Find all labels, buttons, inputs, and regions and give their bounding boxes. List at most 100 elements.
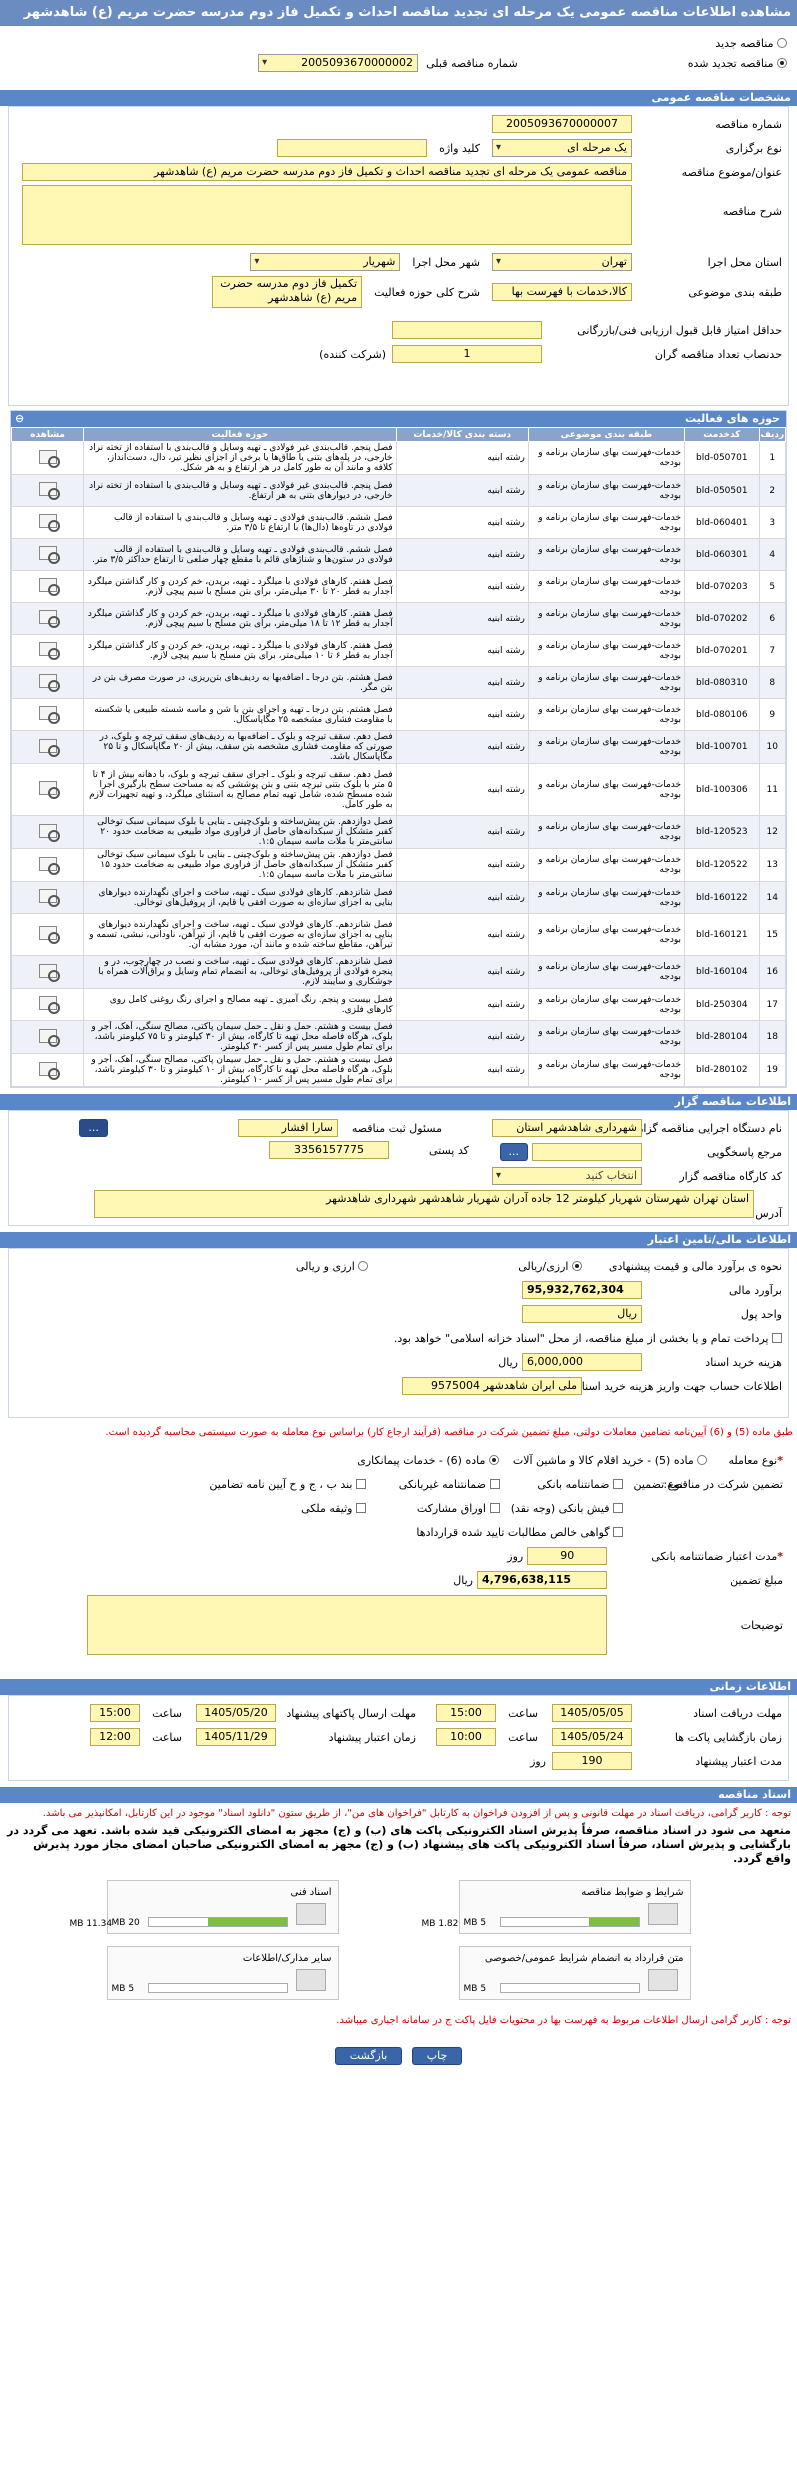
magnifier-icon[interactable] [38,514,60,532]
prev-no-select[interactable]: 2005093670000002 [258,54,419,72]
magnifier-icon[interactable] [38,578,60,596]
magnifier-icon[interactable] [38,610,60,628]
file-box[interactable]: اسناد فنی 20 MB 11.34 MB [70,1880,339,1934]
open-label: زمان بازگشایی پاکت ها [674,1730,782,1744]
opt-both-radio[interactable] [358,1261,369,1271]
file-box[interactable]: متن قرارداد به انضمام شرایط عمومی/خصوصی 5… [458,1946,691,2000]
table-cell: 15 [758,913,787,956]
magnifier-icon[interactable] [38,823,60,842]
ref-lookup-button[interactable]: ... [499,1143,528,1161]
treasury-checkbox[interactable] [772,1333,782,1343]
g-opt0-label: ضمانتنامه بانکی [537,1477,610,1491]
magnifier-icon[interactable] [38,1028,60,1047]
table-header-row: ردیف کدخدمت طبقه بندی موضوعی دسته بندی کالا… [10,427,787,442]
province-select[interactable]: تهران [492,253,632,271]
col-header: ردیف [758,427,787,442]
ref-label: مرجع پاسخگویی [707,1145,782,1159]
file-name: اسناد فنی [290,1887,332,1898]
g-opt3-checkbox[interactable] [613,1503,623,1513]
folder-icon [647,1969,678,1991]
magnifier-icon[interactable] [38,642,60,660]
valid-time: 12:00 [90,1728,140,1746]
resp-lookup-button[interactable]: ... [79,1119,108,1137]
table-row: 14 bld-160122 خدمات-فهرست بهای سازمان برنا… [10,881,787,914]
desc-textarea[interactable] [22,185,632,245]
view-cell [10,913,85,956]
deal-type-label: نوع معامله [728,1453,778,1467]
file-box[interactable]: سایر مدارک/اطلاعات 5 MB [106,1946,339,2000]
validity-field: 90 [527,1547,608,1565]
type-select[interactable]: یک مرحله ای [492,139,632,157]
city-select[interactable]: شهریار [250,253,401,271]
magnifier-icon[interactable] [38,738,60,757]
g-opt5-checkbox[interactable] [356,1503,366,1513]
col-header: طبقه بندی موضوعی [527,427,686,442]
view-cell [10,698,85,731]
table-cell: bld-070201 [684,634,760,667]
gsub-label: نوع تضمین [633,1477,683,1491]
view-cell [10,506,85,539]
magnifier-icon[interactable] [38,926,60,944]
table-cell: خدمات-فهرست بهای سازمان برنامه و بودجه [527,570,686,603]
g-opt0-checkbox[interactable] [613,1479,623,1489]
magnifier-icon[interactable] [38,546,60,564]
magnifier-icon[interactable] [38,706,60,724]
unit-select[interactable]: انتخاب کنید [492,1167,642,1185]
magnifier-icon[interactable] [38,856,60,875]
renewed-tender-radio[interactable] [777,58,787,68]
magnifier-icon[interactable] [38,449,60,468]
table-cell: فصل شانزدهم. کارهای فولادی سبک ـ تهیه، س… [83,881,397,914]
table-cell: 9 [758,698,787,731]
table-cell: فصل ششم. قالب‌بندی فولادی ـ تهیه وسایل و… [83,506,397,539]
table-cell: 5 [758,570,787,603]
expl-textarea[interactable] [87,1595,607,1655]
amount-label: برآورد مالی [729,1283,782,1297]
magnifier-icon[interactable] [38,674,60,692]
table-cell: bld-120522 [684,848,760,882]
keyword-input[interactable] [277,139,428,157]
file-max: 5 MB [463,1984,487,1994]
table-cell: bld-280104 [684,1020,760,1054]
collapse-icon[interactable]: ⊖ [15,411,24,427]
new-tender-radio[interactable] [777,38,787,48]
table-row: 6 bld-070202 خدمات-فهرست بهای سازمان برنام… [10,602,787,635]
view-cell [10,815,85,849]
opt-currency-radio[interactable] [572,1261,582,1271]
docs-section: توجه : کاربر گرامی، دریافت اسناد در مهلت… [0,1803,797,2069]
deal-type6-radio[interactable] [488,1455,499,1465]
renew-panel: مناقصه جدید مناقصه تجدید شده شماره مناقص… [0,26,797,88]
magnifier-icon[interactable] [38,889,60,907]
g-opt1-checkbox[interactable] [489,1479,500,1489]
back-button[interactable]: بازگشت [334,2047,403,2065]
magnifier-icon[interactable] [38,996,60,1014]
print-button[interactable]: چاپ [411,2047,463,2065]
valid-time-label: ساعت [152,1730,182,1744]
table-cell: فصل هفتم. کارهای فولادی با میلگرد ـ تهیه… [83,634,397,667]
prop-label: مدت اعتبار پیشنهاد [695,1754,782,1768]
magnifier-icon[interactable] [38,781,60,799]
g-opt4-checkbox[interactable] [489,1503,500,1513]
table-body: 1 bld-050701 خدمات-فهرست بهای سازمان برنام… [10,441,787,1087]
table-row: 8 bld-080310 خدمات-فهرست بهای سازمان برنام… [10,666,787,699]
time-section-header: اطلاعات زمانی [0,1679,797,1695]
subject-input[interactable]: مناقصه عمومی یک مرحله ای تجدید مناقصه اح… [22,163,632,181]
g-amount-label: مبلغ تضمین [730,1573,783,1587]
magnifier-icon[interactable] [38,482,60,500]
table-cell: رشته ابنیه [395,474,529,507]
table-cell: 14 [758,881,787,914]
view-cell [10,634,85,667]
desc-label: شرح مناقصه [722,205,782,218]
type-label: نوع برگزاری [725,141,782,155]
send-time-label: ساعت [152,1706,182,1720]
table-row: 4 bld-060301 خدمات-فهرست بهای سازمان برنام… [10,538,787,571]
deal-type5-radio[interactable] [697,1455,708,1465]
file-box[interactable]: شرایط و ضوابط مناقصه 5 MB 1.82 MB [422,1880,691,1934]
g-opt2-checkbox[interactable] [356,1479,366,1489]
table-cell: bld-070202 [684,602,760,635]
g-opt6-checkbox[interactable] [613,1527,623,1537]
table-row: 17 bld-250304 خدمات-فهرست بهای سازمان برنا… [10,988,787,1021]
table-cell: bld-100306 [684,763,760,816]
magnifier-icon[interactable] [38,1061,60,1080]
doc-fee-label: هزینه خرید اسناد [705,1355,782,1369]
magnifier-icon[interactable] [38,963,60,982]
